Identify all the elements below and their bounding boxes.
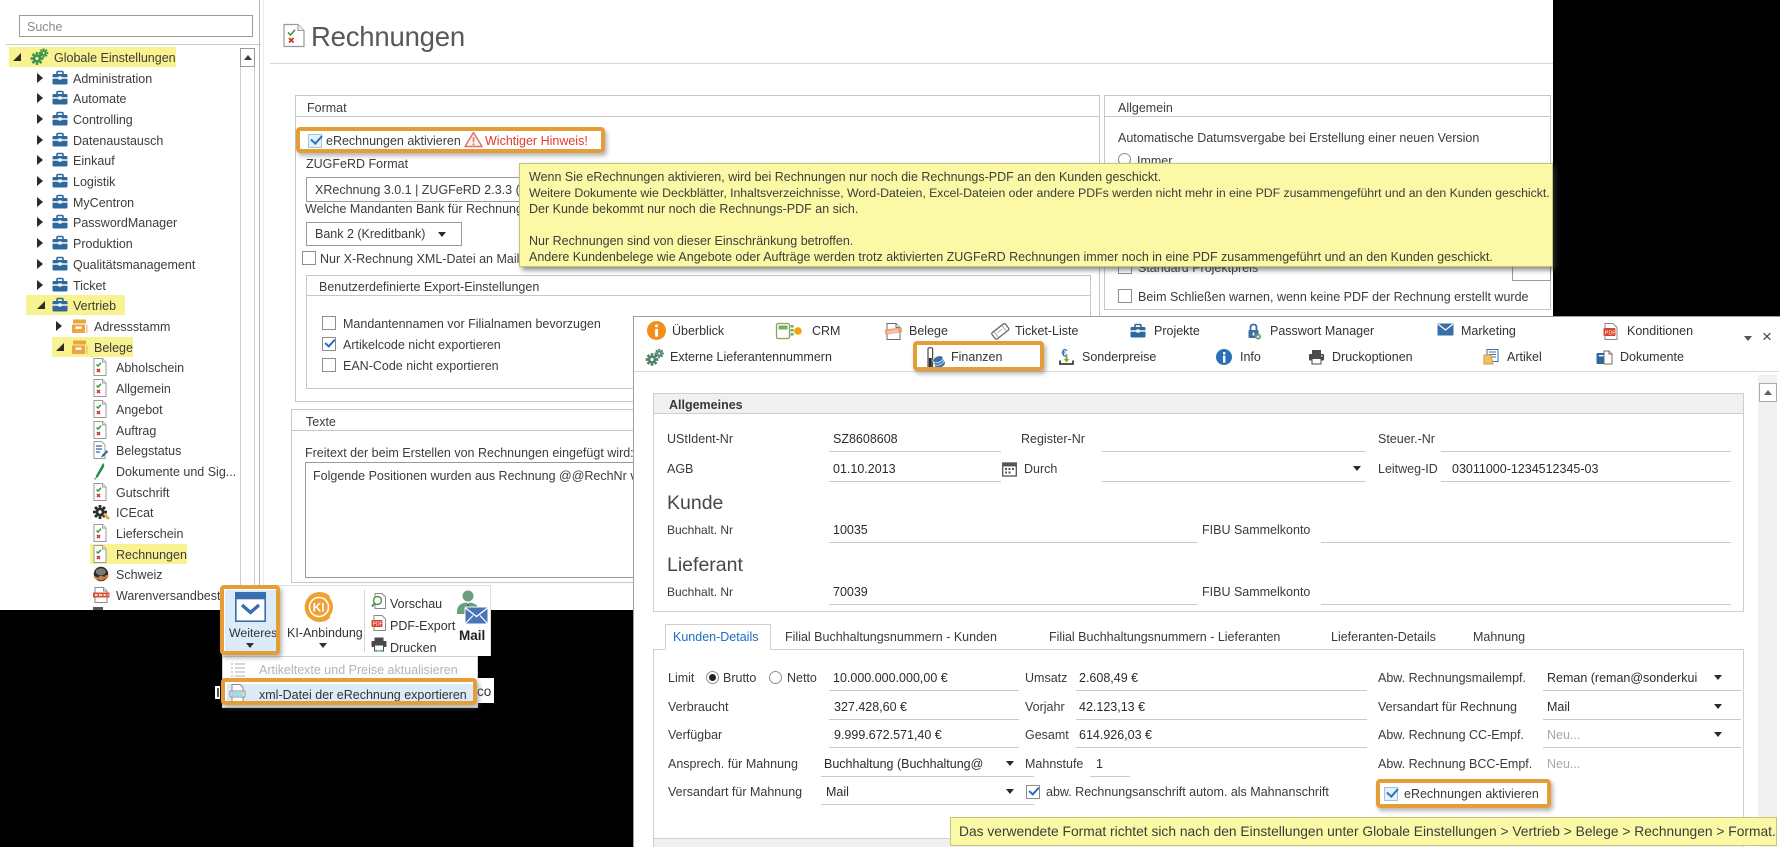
- svg-text:KI: KI: [313, 601, 325, 615]
- svg-text:PDF: PDF: [373, 622, 383, 628]
- svg-text:PDF: PDF: [1605, 330, 1617, 336]
